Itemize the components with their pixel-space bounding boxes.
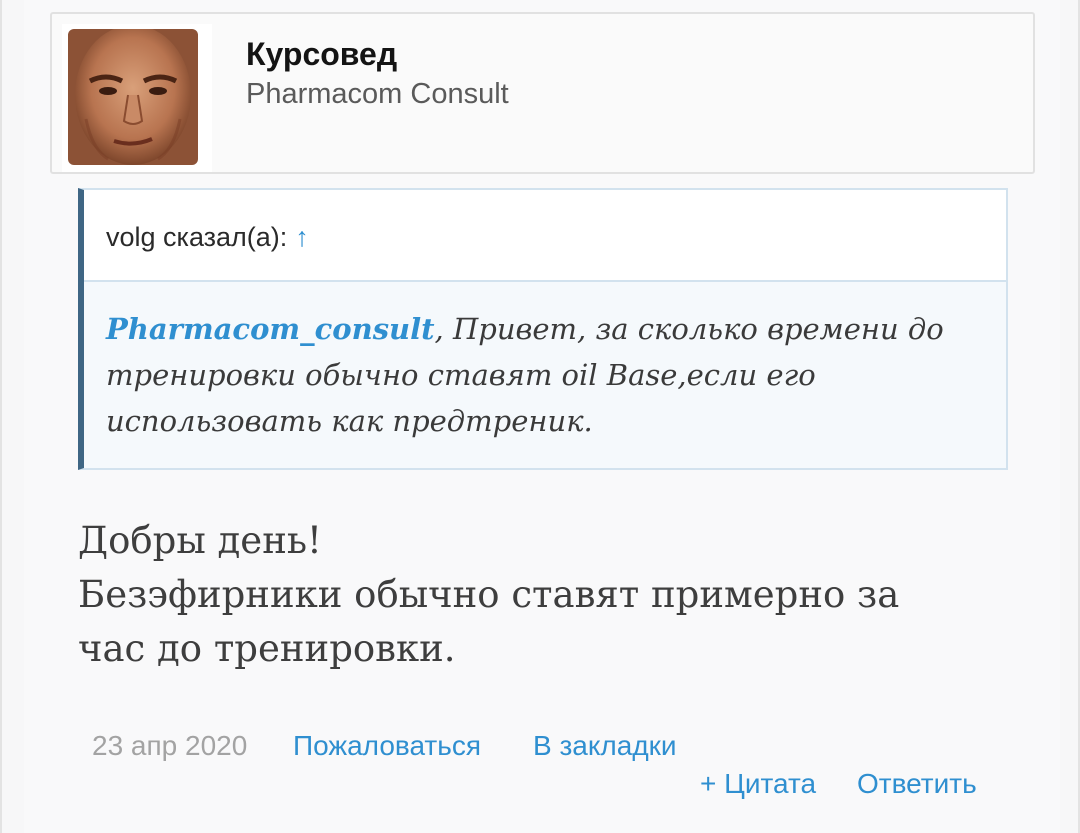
message-body: Добры день! Безэфирники обычно ставят пр… (78, 514, 1008, 676)
quote-body: Pharmacom_consult, Привет, за сколько вр… (84, 282, 1006, 468)
quote-block: volg сказал(а): ↑ Pharmacom_consult, Прив… (78, 188, 1008, 470)
avatar[interactable] (68, 29, 198, 165)
avatar-frame (62, 24, 212, 172)
reply-button[interactable]: Ответить (857, 768, 977, 800)
quote-author-label: volg сказал(а): (106, 222, 288, 252)
message-line: Безэфирники обычно ставят примерно за (78, 573, 900, 616)
post-date[interactable]: 23 апр 2020 (92, 730, 247, 762)
mention-link[interactable]: Pharmacom_consult (106, 312, 435, 346)
quote-button[interactable]: + Цитата (700, 768, 816, 800)
quote-header: volg сказал(а): ↑ (84, 190, 1006, 282)
report-link[interactable]: Пожаловаться (293, 730, 481, 762)
bookmark-link[interactable]: В закладки (533, 730, 677, 762)
message-line: Добры день! (78, 519, 322, 562)
message-line: час до тренировки. (78, 627, 456, 670)
post-page: Курсовед Pharmacom Consult volg сказал(а… (0, 0, 1080, 833)
author-card: Курсовед Pharmacom Consult (50, 12, 1035, 174)
author-name[interactable]: Курсовед (246, 36, 397, 73)
author-title: Pharmacom Consult (246, 78, 509, 110)
jump-to-quote-arrow-icon[interactable]: ↑ (295, 222, 309, 252)
avatar-face-icon (68, 29, 198, 165)
